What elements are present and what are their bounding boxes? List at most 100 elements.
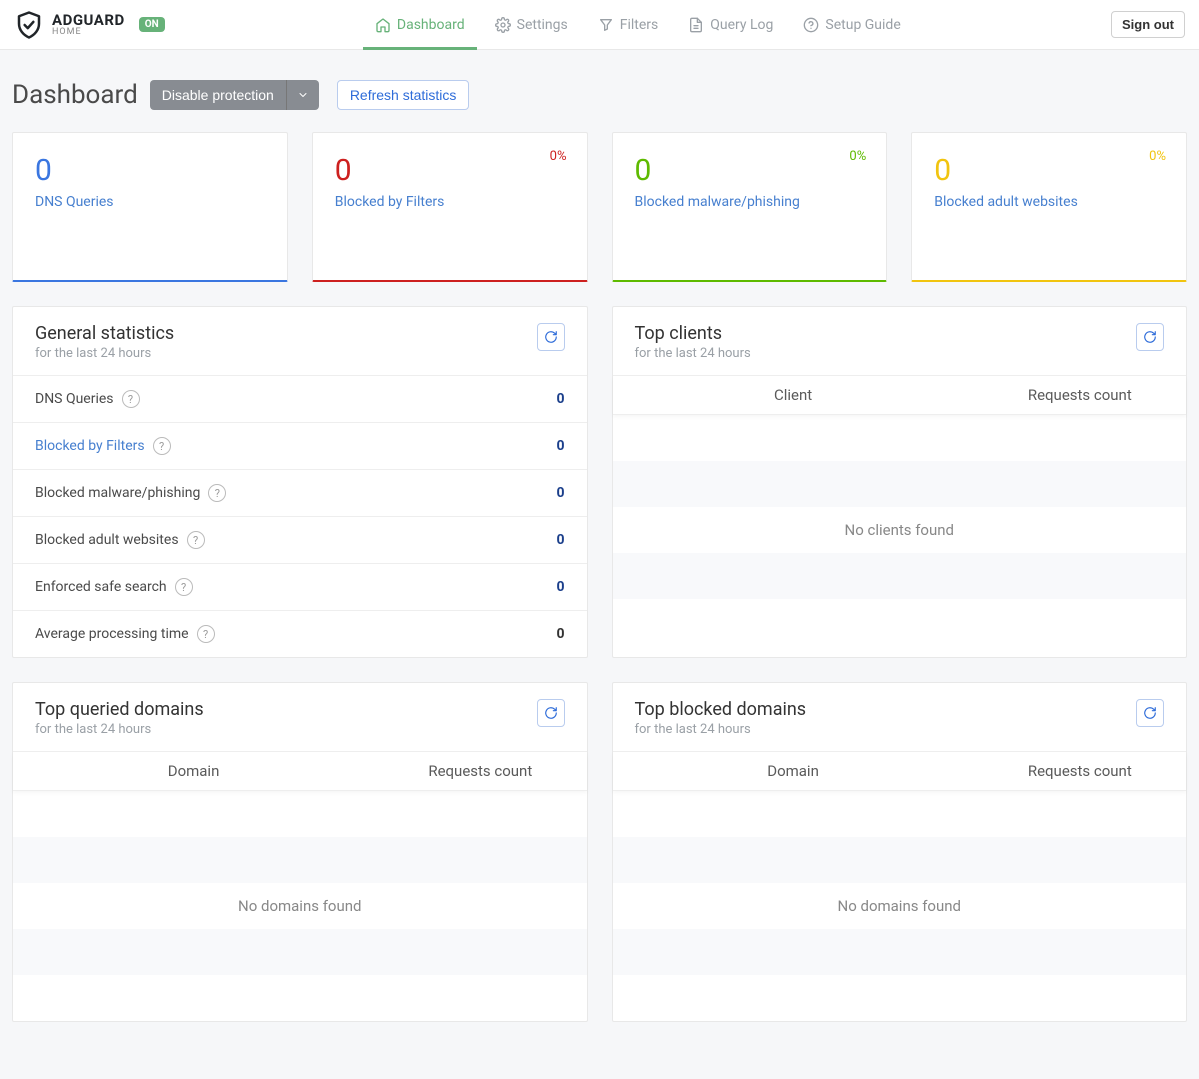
refresh-icon	[1143, 706, 1157, 720]
stat-row-dns-queries: DNS Queries? 0	[13, 376, 587, 423]
nav-filters[interactable]: Filters	[586, 0, 671, 49]
stat-percent: 0%	[1149, 149, 1166, 164]
stat-card-blocked-adult: 0% 0 Blocked adult websites	[911, 132, 1187, 282]
nav-settings[interactable]: Settings	[483, 0, 580, 49]
stat-label-link[interactable]: Blocked by Filters	[335, 194, 565, 210]
table-row	[13, 837, 587, 883]
table-row	[613, 599, 1187, 645]
disable-protection-button[interactable]: Disable protection	[150, 80, 286, 110]
nav-item-label: Filters	[620, 17, 659, 33]
table-row	[613, 837, 1187, 883]
table-header: Client Requests count	[613, 376, 1187, 415]
card-title: General statistics	[35, 323, 174, 344]
home-icon	[375, 17, 391, 33]
refresh-icon	[544, 706, 558, 720]
funnel-icon	[598, 17, 614, 33]
nav-setup-guide[interactable]: Setup Guide	[791, 0, 912, 49]
column-header-client: Client	[613, 376, 974, 414]
status-on-badge: ON	[139, 17, 165, 32]
help-icon[interactable]: ?	[122, 390, 140, 408]
refresh-card-button[interactable]	[537, 323, 565, 351]
card-title: Top clients	[635, 323, 751, 344]
table-row	[613, 975, 1187, 1021]
stat-percent: 0%	[550, 149, 567, 164]
table-body: No domains found	[613, 791, 1187, 1021]
gear-icon	[495, 17, 511, 33]
table-header: Domain Requests count	[613, 752, 1187, 791]
stat-card-blocked-filters: 0% 0 Blocked by Filters	[312, 132, 588, 282]
logo[interactable]: ADGUARD HOME ON	[14, 10, 165, 40]
brand-name: ADGUARD	[52, 13, 125, 28]
help-icon[interactable]: ?	[208, 484, 226, 502]
main-nav: Dashboard Settings Filters Query Log Set…	[363, 0, 913, 49]
table-body: No domains found	[13, 791, 587, 1021]
table-row	[13, 975, 587, 1021]
card-subtitle: for the last 24 hours	[635, 722, 807, 737]
table-row	[13, 929, 587, 975]
column-header-requests: Requests count	[974, 752, 1186, 790]
table-header: Domain Requests count	[13, 752, 587, 791]
stat-row-blocked-adult: Blocked adult websites? 0	[13, 517, 587, 564]
card-subtitle: for the last 24 hours	[35, 722, 204, 737]
signout-button[interactable]: Sign out	[1111, 11, 1185, 38]
refresh-icon	[1143, 330, 1157, 344]
stats-list: DNS Queries? 0 Blocked by Filters? 0 Blo…	[13, 376, 587, 657]
top-queried-domains-card: Top queried domains for the last 24 hour…	[12, 682, 588, 1022]
empty-state-text: No domains found	[838, 897, 961, 915]
help-icon[interactable]: ?	[197, 625, 215, 643]
stat-row-avg-time: Average processing time? 0	[13, 611, 587, 657]
refresh-statistics-button[interactable]: Refresh statistics	[337, 80, 470, 110]
stat-row-label: DNS Queries	[35, 391, 114, 407]
stat-row-label: Blocked adult websites	[35, 532, 179, 548]
brand-sub: HOME	[52, 28, 125, 37]
shield-check-icon	[14, 10, 44, 40]
empty-state-text: No clients found	[844, 521, 954, 539]
nav-dashboard[interactable]: Dashboard	[363, 0, 477, 49]
top-clients-card: Top clients for the last 24 hours Client…	[612, 306, 1188, 658]
brand-text: ADGUARD HOME	[52, 13, 125, 37]
stat-card-dns-queries: 0 DNS Queries	[12, 132, 288, 282]
column-header-requests: Requests count	[974, 376, 1186, 414]
table-row	[613, 791, 1187, 837]
stat-label-link[interactable]: Blocked malware/phishing	[635, 194, 865, 210]
help-icon[interactable]: ?	[187, 531, 205, 549]
nav-item-label: Query Log	[710, 17, 773, 33]
card-title: Top blocked domains	[635, 699, 807, 720]
refresh-card-button[interactable]	[1136, 323, 1164, 351]
stat-row-label: Blocked malware/phishing	[35, 485, 200, 501]
top-header: ADGUARD HOME ON Dashboard Settings Filte…	[0, 0, 1199, 50]
stat-row-value: 0	[556, 485, 564, 501]
nav-item-label: Dashboard	[397, 17, 465, 33]
page-header: Dashboard Disable protection Refresh sta…	[12, 80, 1187, 110]
protection-toggle-group: Disable protection	[150, 80, 319, 110]
nav-query-log[interactable]: Query Log	[676, 0, 785, 49]
stat-row-safe-search: Enforced safe search? 0	[13, 564, 587, 611]
page-title: Dashboard	[12, 80, 138, 110]
stat-row-value: 0	[556, 579, 564, 595]
stat-row-label-link[interactable]: Blocked by Filters	[35, 438, 145, 454]
nav-item-label: Settings	[517, 17, 568, 33]
refresh-icon	[544, 330, 558, 344]
stat-label-link[interactable]: Blocked adult websites	[934, 194, 1164, 210]
stat-cards-row: 0 DNS Queries 0% 0 Blocked by Filters 0%…	[12, 132, 1187, 282]
nav-item-label: Setup Guide	[825, 17, 900, 33]
column-header-domain: Domain	[13, 752, 374, 790]
stat-row-blocked-malware: Blocked malware/phishing? 0	[13, 470, 587, 517]
card-subtitle: for the last 24 hours	[35, 346, 174, 361]
refresh-card-button[interactable]	[1136, 699, 1164, 727]
stat-row-value: 0	[556, 532, 564, 548]
table-row	[613, 929, 1187, 975]
help-icon[interactable]: ?	[153, 437, 171, 455]
column-header-domain: Domain	[613, 752, 974, 790]
help-circle-icon	[803, 17, 819, 33]
help-icon[interactable]: ?	[175, 578, 193, 596]
refresh-card-button[interactable]	[537, 699, 565, 727]
stat-percent: 0%	[849, 149, 866, 164]
top-blocked-domains-card: Top blocked domains for the last 24 hour…	[612, 682, 1188, 1022]
disable-protection-dropdown-button[interactable]	[286, 80, 319, 110]
table-row	[13, 791, 587, 837]
stat-row-value: 0	[556, 438, 564, 454]
stat-label-link[interactable]: DNS Queries	[35, 194, 265, 210]
stat-row-value: 0	[556, 626, 564, 642]
chevron-down-icon	[297, 89, 309, 101]
